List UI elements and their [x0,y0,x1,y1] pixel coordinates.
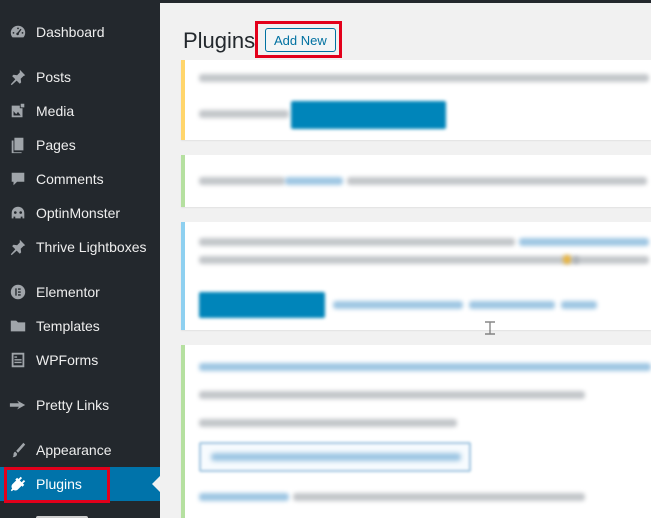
page-title: Plugins [183,28,256,53]
blurred-text [199,110,289,118]
sidebar-item-label: WPForms [36,352,99,368]
sidebar-item-label: Appearance [36,442,112,458]
monster-icon [8,203,28,223]
sidebar-item-thrive-lightboxes[interactable]: Thrive Lightboxes [0,230,160,264]
blurred-text [199,238,515,246]
sidebar-item-pretty-links[interactable]: Pretty Links [0,388,160,422]
blurred-text [199,177,285,185]
notice-warning [181,60,651,140]
blurred-link[interactable] [333,301,463,309]
pages-icon [8,135,28,155]
sidebar-item-label: Posts [36,69,72,85]
brush-icon [8,440,28,460]
sidebar-item-appearance[interactable]: Appearance [0,433,160,467]
sidebar-item-label: Pages [36,137,76,153]
comment-icon [8,169,28,189]
blurred-link[interactable] [199,493,289,501]
sidebar-item-media[interactable]: Media [0,94,160,128]
form-icon [8,350,28,370]
notice-accent-bar [181,60,185,140]
sidebar-item-label: OptinMonster [36,205,121,221]
sidebar-item-label: Dashboard [36,24,105,40]
highlight-add-new-box [255,21,342,58]
pushpin-icon [8,237,28,257]
blurred-link[interactable] [469,301,555,309]
sidebar-item-pages[interactable]: Pages [0,128,160,162]
blurred-text [199,419,457,427]
highlight-plugins-box [4,467,110,503]
elementor-icon [8,282,28,302]
emoji-icon [563,255,571,264]
folder-icon [8,316,28,336]
sidebar-item-label: Comments [36,171,104,187]
dashboard-icon [8,22,28,42]
sidebar-item-label: Pretty Links [36,397,110,413]
sidebar-item-elementor[interactable]: Elementor [0,275,160,309]
sidebar-item-comments[interactable]: Comments [0,162,160,196]
sidebar-item-posts[interactable]: Posts [0,60,160,94]
blurred-link[interactable] [199,363,651,371]
text-cursor-icon [485,321,495,335]
media-icon [8,101,28,121]
blurred-secondary-button[interactable] [199,442,471,472]
notice-accent-bar [181,345,185,518]
blurred-text [293,493,585,501]
blurred-text [347,177,647,185]
notice-info [181,222,651,330]
blurred-link[interactable] [561,301,597,309]
star-icon [8,395,28,415]
blurred-action-button[interactable] [199,292,325,318]
blurred-link[interactable] [285,177,343,185]
blurred-text [199,391,585,399]
sidebar-item-wpforms[interactable]: WPForms [0,343,160,377]
pushpin-icon [8,67,28,87]
admin-top-bar [160,0,651,3]
sidebar-item-label: Thrive Lightboxes [36,239,147,255]
sidebar-item-label: Templates [36,318,100,334]
sidebar-item-dashboard[interactable]: Dashboard [0,15,160,49]
notice-success [181,155,651,207]
blurred-link[interactable] [519,238,649,246]
notice-accent-bar [181,155,185,207]
blurred-text [199,256,579,264]
blurred-text [573,256,649,264]
sidebar-item-label: Media [36,103,75,119]
active-menu-pointer [152,476,160,492]
notice-success-2 [181,345,651,518]
sidebar-item-templates[interactable]: Templates [0,309,160,343]
sidebar-item-label: Elementor [36,284,100,300]
sidebar-item-optinmonster[interactable]: OptinMonster [0,196,160,230]
admin-sidebar: Dashboard Posts Media Pages Comments Opt… [0,0,160,518]
blurred-text [199,74,649,82]
blurred-action-button[interactable] [291,101,446,129]
blurred-button-label [211,453,461,461]
notice-accent-bar [181,222,185,330]
sidebar-item-cutoff [36,508,96,518]
